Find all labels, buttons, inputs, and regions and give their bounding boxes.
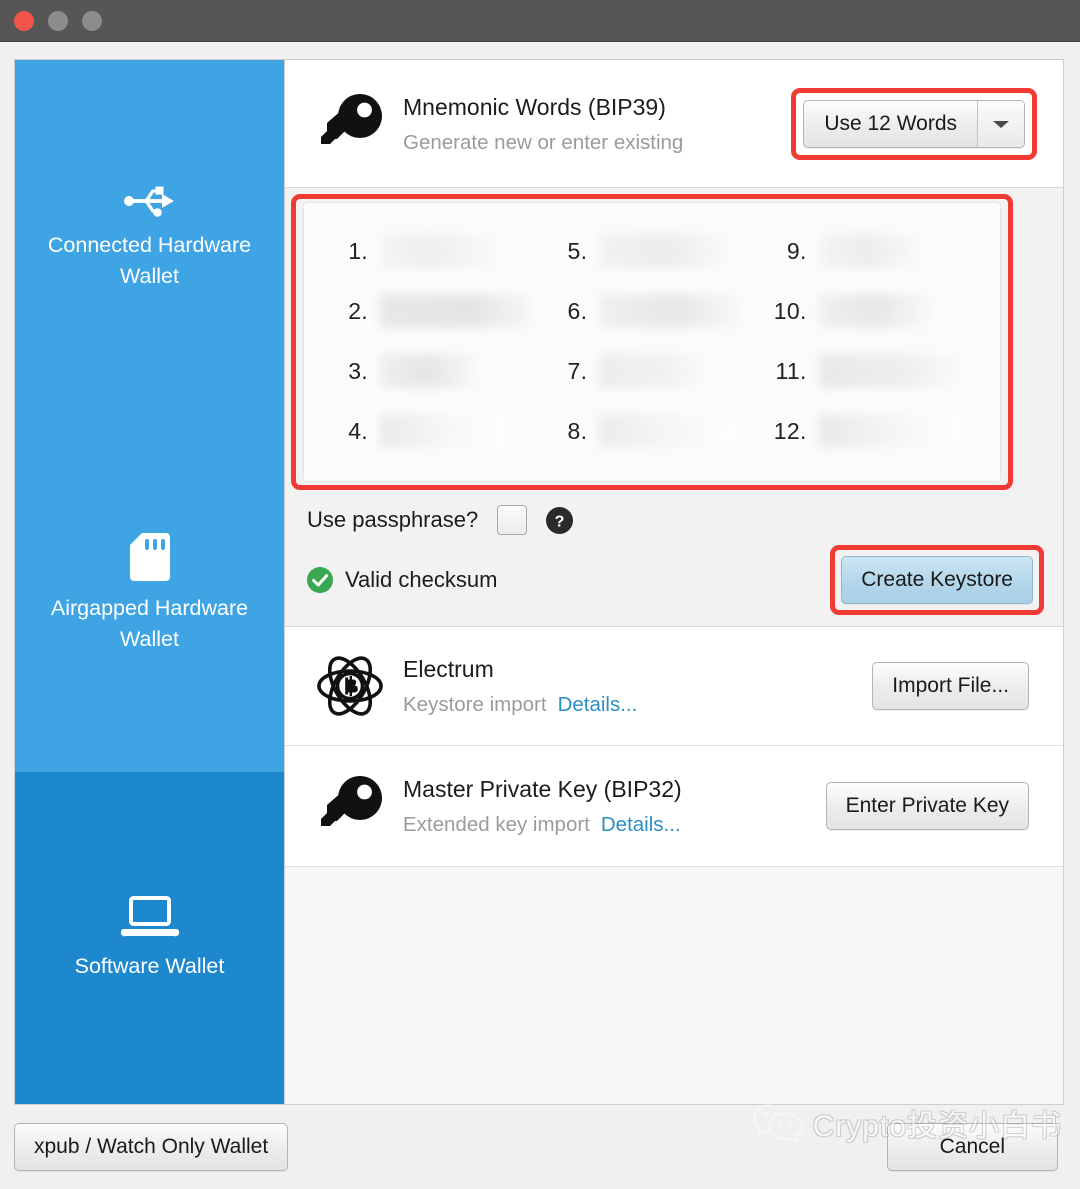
mnemonic-word-value-redacted[interactable] — [380, 354, 480, 388]
application-window: Connected Hardware Wallet Airgapped Hard… — [0, 0, 1080, 1189]
electrum-title: Electrum — [403, 656, 494, 682]
title-bar — [0, 0, 1080, 42]
master-private-key-subtitle-row: Extended key import Details... — [403, 812, 826, 838]
mnemonic-word-cell[interactable]: 6. — [549, 281, 760, 341]
mnemonic-word-cell[interactable]: 3. — [330, 341, 541, 401]
sidebar-item-software-wallet[interactable]: Software Wallet — [15, 772, 284, 1104]
checksum-status: Valid checksum — [307, 567, 497, 593]
mnemonic-word-cell[interactable]: 10. — [769, 281, 980, 341]
checksum-status-label: Valid checksum — [345, 567, 498, 592]
panel-empty-space — [285, 867, 1063, 1104]
mnemonic-subtitle-row: Generate new or enter existing — [403, 130, 803, 156]
sidebar-item-airgapped-hardware-wallet[interactable]: Airgapped Hardware Wallet — [15, 416, 284, 772]
mnemonic-word-value-redacted[interactable] — [380, 294, 530, 328]
electrum-subtitle-row: Keystore import Details... — [403, 692, 872, 718]
mnemonic-word-cell[interactable]: 8. — [549, 401, 760, 461]
mnemonic-section: Mnemonic Words (BIP39) Generate new or e… — [285, 60, 1063, 627]
mnemonic-word-value-redacted[interactable] — [818, 234, 923, 268]
chevron-down-icon[interactable] — [977, 100, 1024, 147]
svg-text:?: ? — [555, 513, 565, 530]
mnemonic-word-cell[interactable]: 12. — [769, 401, 980, 461]
sidebar-item-connected-hardware-wallet[interactable]: Connected Hardware Wallet — [15, 60, 284, 416]
check-circle-icon — [307, 567, 333, 593]
sidebar-item-label: Airgapped Hardware Wallet — [50, 596, 249, 651]
mnemonic-header-row: Mnemonic Words (BIP39) Generate new or e… — [285, 60, 1063, 188]
mnemonic-word-cell[interactable]: 11. — [769, 341, 980, 401]
sidebar-item-label: Connected Hardware Wallet — [47, 233, 252, 288]
mnemonic-word-value-redacted[interactable] — [599, 234, 732, 268]
mnemonic-text-block: Mnemonic Words (BIP39) Generate new or e… — [393, 92, 803, 156]
wallet-type-sidebar: Connected Hardware Wallet Airgapped Hard… — [14, 59, 284, 1105]
master-private-key-text-block: Master Private Key (BIP32) Extended key … — [393, 774, 826, 838]
create-keystore-highlight: Create Keystore #checksum-row .hl::after… — [830, 545, 1044, 615]
mnemonic-title: Mnemonic Words (BIP39) — [403, 93, 666, 120]
mnemonic-word-cell[interactable]: 2. — [330, 281, 541, 341]
zoom-window-button[interactable] — [82, 10, 102, 31]
dialog-footer: xpub / Watch Only Wallet Cancel Crypto投资… — [0, 1103, 1080, 1189]
close-window-button[interactable] — [14, 10, 34, 31]
mnemonic-word-number: 10. — [773, 297, 807, 324]
mnemonic-word-number: 1. — [348, 237, 368, 264]
master-private-key-title: Master Private Key (BIP32) — [403, 776, 682, 802]
mnemonic-word-number: 11. — [775, 357, 807, 384]
mnemonic-word-cell[interactable]: 4. — [330, 401, 541, 461]
electrum-details-link[interactable]: Details... — [558, 692, 638, 718]
mnemonic-word-number: 8. — [567, 417, 588, 444]
mnemonic-word-number: 9. — [786, 237, 807, 264]
key-icon — [307, 775, 393, 837]
electrum-row: Electrum Keystore import Details... Impo… — [285, 627, 1063, 746]
xpub-watch-only-wallet-button[interactable]: xpub / Watch Only Wallet — [14, 1123, 289, 1171]
mnemonic-word-cell[interactable]: 5. — [549, 221, 760, 281]
passphrase-label: Use passphrase? — [307, 507, 479, 532]
mnemonic-words-grid: 1. 5. 9. 2. 6. 10. 3. 7. 11. 4. 8. 12. — [303, 202, 1001, 482]
mnemonic-word-number: 6. — [567, 297, 588, 324]
passphrase-checkbox[interactable] — [497, 505, 528, 535]
electrum-subtitle: Keystore import — [403, 693, 547, 716]
enter-private-key-button[interactable]: Enter Private Key — [825, 782, 1029, 830]
mnemonic-word-cell[interactable]: 7. — [549, 341, 760, 401]
mnemonic-word-value-redacted[interactable] — [818, 354, 967, 388]
mnemonic-word-number: 12. — [773, 417, 807, 444]
word-count-dropdown-button[interactable]: Use 12 Words — [803, 99, 1025, 148]
wechat-icon — [752, 1101, 804, 1145]
mnemonic-word-cell[interactable]: 9. — [769, 221, 980, 281]
word-count-highlight: Use 12 Words #mnemonic-header .hl::after… — [791, 87, 1037, 160]
help-circle-icon[interactable]: ? — [546, 506, 574, 534]
create-keystore-button[interactable]: Create Keystore — [841, 556, 1033, 604]
mnemonic-word-value-redacted[interactable] — [380, 414, 508, 448]
laptop-icon — [120, 895, 179, 939]
mnemonic-word-number: 4. — [348, 417, 368, 444]
minimize-window-button[interactable] — [48, 10, 68, 31]
mnemonic-word-value-redacted[interactable] — [818, 294, 931, 328]
mnemonic-word-value-redacted[interactable] — [599, 354, 722, 388]
mnemonic-word-value-redacted[interactable] — [818, 414, 965, 448]
mnemonic-word-value-redacted[interactable] — [599, 294, 740, 328]
keystore-source-panel: Mnemonic Words (BIP39) Generate new or e… — [284, 59, 1064, 1105]
sidebar-item-label: Software Wallet — [74, 953, 225, 978]
mnemonic-word-number: 5. — [567, 237, 588, 264]
master-private-key-row: Master Private Key (BIP32) Extended key … — [285, 746, 1063, 867]
mnemonic-word-value-redacted[interactable] — [380, 234, 498, 268]
mnemonic-subtitle: Generate new or enter existing — [403, 130, 684, 154]
checksum-row: Valid checksum Create Keystore #checksum… — [285, 536, 1063, 626]
master-private-key-details-link[interactable]: Details... — [601, 812, 681, 838]
key-icon — [307, 93, 393, 155]
import-file-button[interactable]: Import File... — [872, 662, 1029, 710]
mnemonic-words-highlight: 1. 5. 9. 2. 6. 10. 3. 7. 11. 4. 8. 12. — [291, 194, 1013, 490]
electrum-text-block: Electrum Keystore import Details... — [393, 654, 872, 718]
usb-icon — [123, 184, 176, 218]
sd-card-icon — [129, 533, 170, 581]
word-count-label: Use 12 Words — [824, 111, 957, 135]
passphrase-row: Use passphrase? ? — [285, 482, 1063, 536]
mnemonic-word-number: 7. — [567, 357, 588, 384]
master-private-key-subtitle: Extended key import — [403, 813, 590, 836]
electrum-atom-bitcoin-icon — [307, 652, 393, 720]
dialog-area: Connected Hardware Wallet Airgapped Hard… — [0, 42, 1080, 1105]
cancel-button[interactable]: Cancel — [886, 1123, 1058, 1171]
mnemonic-word-number: 3. — [348, 357, 368, 384]
window-body: Connected Hardware Wallet Airgapped Hard… — [0, 42, 1080, 1189]
mnemonic-word-cell[interactable]: 1. — [330, 221, 541, 281]
mnemonic-word-number: 2. — [348, 297, 368, 324]
mnemonic-word-value-redacted[interactable] — [599, 414, 736, 448]
